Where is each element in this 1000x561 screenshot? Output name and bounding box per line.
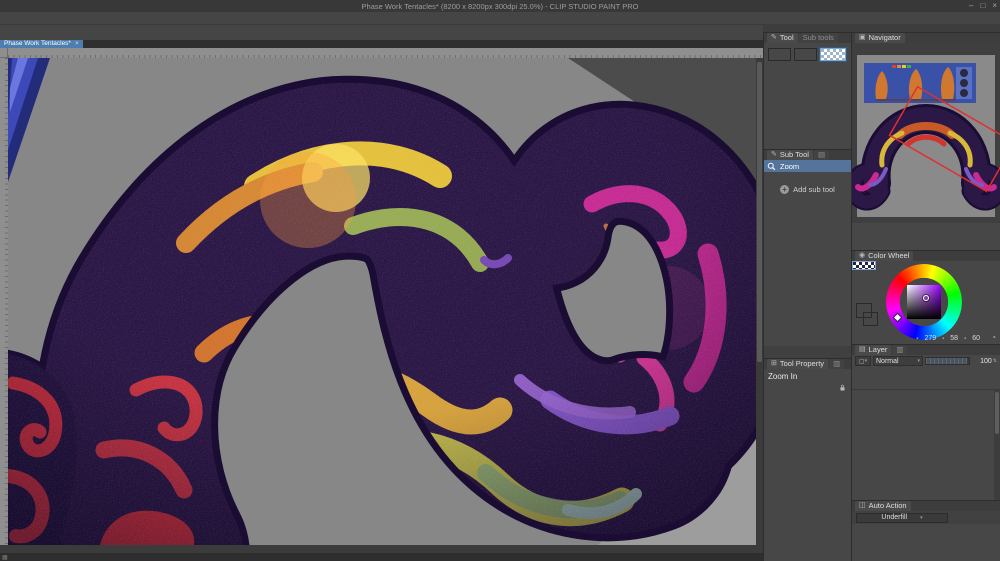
navigator-thumbnail[interactable] [852,43,1000,223]
tab-layer[interactable]: ▤ Layer [855,345,892,355]
tool-tab-icon: ✎ [771,34,777,41]
document-tab-bar: Phase Work Tentacles* × [0,40,763,48]
combine-mode-dropdown[interactable]: ▢ ▾ [855,356,871,366]
layer-command-row [852,378,1000,389]
navigator-rotation-controls [852,236,1000,249]
horizontal-ruler [8,48,763,58]
ruler-corner [0,48,8,58]
tab-color-wheel[interactable]: ◉ Color Wheel [855,251,914,261]
canvas-vertical-scrollbar[interactable] [756,58,763,545]
sub-tool-tab-icon: ✎ [771,151,777,158]
tool-property-lock[interactable] [764,383,851,395]
layer-list [852,389,1000,500]
tool-property-tab-icon: ⊞ [771,360,777,367]
tab-tool[interactable]: ✎ Tool [767,33,798,43]
document-tab[interactable]: Phase Work Tentacles* × [0,40,83,48]
saturation-value: 58 [950,335,959,342]
color-wheel-tab-icon: ◉ [859,252,866,259]
hue-value: 279 [924,335,937,342]
tab-sub-tool-extra[interactable]: ▤ [813,150,830,160]
opacity-slider[interactable] [925,357,970,365]
action-set-dropdown[interactable]: Underfill ▾ [856,512,948,523]
plus-icon: + [780,184,790,194]
sub-color-swatch[interactable] [794,48,817,61]
tool-property-panel: ⊞ Tool Property ▥ Zoom In [763,358,851,561]
artwork-tentacle-painting [8,58,756,545]
application-window: Phase Work Tentacles* (8200 x 8200px 300… [0,0,1000,561]
sub-tool-group-zoom[interactable]: Zoom [764,160,851,172]
sub-tool-panel: ✎ Sub Tool ▤ Zoom + Add sub tool [763,149,851,358]
navigator-tab-icon: ▣ [859,34,866,41]
hue-icon: ▪ [916,335,919,342]
wheel-transparent-swatch[interactable] [852,261,876,270]
navigator-zoom-controls [852,223,1000,236]
navigator-preview-art [852,43,1000,223]
tab-tool-property-extra[interactable]: ▥ [829,359,845,369]
dock-collapse-strip-right[interactable] [851,24,1000,32]
auto-action-panel: ◫ Auto Action Underfill ▾ [851,500,1000,561]
tool-property-title: Zoom In [768,372,798,381]
title-bar: Phase Work Tentacles* (8200 x 8200px 300… [0,0,1000,12]
wheel-main-color-swatch[interactable] [856,303,872,318]
command-toolbar [0,24,763,40]
value-value: 60 [972,335,980,342]
opacity-stepper[interactable]: ⇅ [993,358,997,364]
opacity-value: 100 [980,357,992,365]
transparent-color-swatch[interactable] [820,48,846,61]
saturation-value-square[interactable] [907,285,941,319]
tab-layer-extra[interactable]: ▥ [892,345,908,355]
app-status-bar: ▦ [0,553,763,561]
canvas-viewport[interactable] [8,58,756,545]
main-color-swatch[interactable] [768,48,791,61]
zoom-group-icon [767,162,776,171]
navigator-panel: ▣ Navigator [851,32,1000,250]
auto-action-set-row: Underfill ▾ [852,511,1000,524]
vertical-ruler [0,58,8,545]
layer-lock-row [852,367,1000,378]
value-icon: ▪ [964,335,967,342]
document-tab-label: Phase Work Tentacles* [4,40,71,47]
blend-mode-dropdown[interactable]: Normal ▾ [873,356,923,366]
layer-blend-row: ▢ ▾ Normal ▾ 100 ⇅ [852,355,1000,367]
color-wheel-panel: ◉ Color Wheel ▪ 279 ▪ 58 ▪ 60 ◔ [851,250,1000,344]
sv-marker[interactable] [923,295,929,301]
vertical-scroll-thumb[interactable] [757,62,762,362]
layer-panel: ▤ Layer ▥ ▢ ▾ Normal ▾ 100 ⇅ [851,344,1000,500]
tab-auto-action[interactable]: ◫ Auto Action [855,501,911,511]
hsv-values: ▪ 279 ▪ 58 ▪ 60 [916,335,980,342]
menu-bar [0,12,1000,24]
maximize-button[interactable]: □ [980,1,985,11]
layer-list-scrollbar[interactable] [994,390,1000,500]
tab-sub-tool[interactable]: ✎ Sub Tool [767,150,813,160]
window-title: Phase Work Tentacles* (8200 x 8200px 300… [361,1,639,11]
color-swatch-row [764,45,851,61]
tab-close-icon[interactable]: × [75,40,79,48]
color-history-icon[interactable]: ◔ [991,333,996,342]
layer-tab-icon: ▤ [859,346,866,353]
tool-panel: ✎ Tool Sub tools [763,32,851,149]
tab-tool-property[interactable]: ⊞ Tool Property [767,359,829,369]
tab-sub-tools-docked[interactable]: Sub tools [798,33,838,43]
status-icon: ▦ [2,554,8,561]
minimize-button[interactable]: – [969,1,973,11]
add-sub-tool-button[interactable]: + Add sub tool [764,180,851,198]
saturation-icon: ▪ [942,335,945,342]
tab-navigator[interactable]: ▣ Navigator [855,33,905,43]
dock-collapse-strip-left[interactable] [763,24,851,32]
sub-tool-footer [764,346,851,358]
close-button[interactable]: × [992,1,997,11]
auto-action-tab-icon: ◫ [859,502,866,509]
canvas-status-bar [0,545,763,553]
